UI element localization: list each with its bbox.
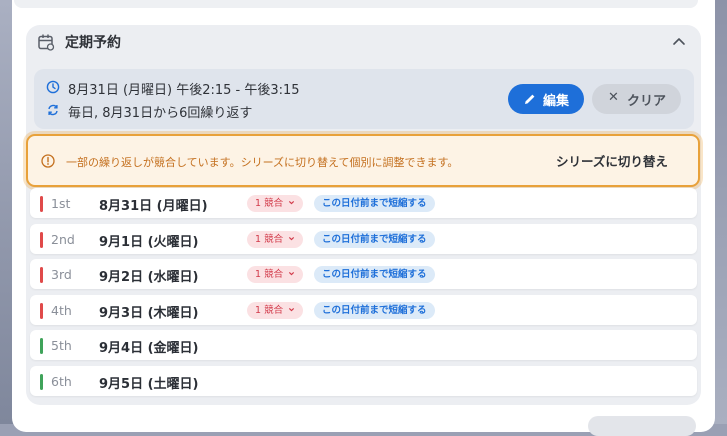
alert-message: 一部の繰り返しが競合しています。シリーズに切り替えて個別に調整できます。 <box>66 156 459 169</box>
close-icon: ✕ <box>608 90 619 105</box>
shorten-series-button[interactable]: この日付前まで短縮する <box>314 195 435 212</box>
repeat-icon <box>48 104 58 116</box>
occurrence-row[interactable]: 5th 9月4日 (金曜日) <box>30 330 697 360</box>
datetime-text: 8月31日 (月曜日) 午後2:15 - 午後3:15 <box>68 83 300 98</box>
occurrence-row[interactable]: 2nd 9月1日 (火曜日) 1 競合 この日付前まで短縮する <box>30 224 697 254</box>
conflict-badge-label: 1 競合 <box>255 234 284 245</box>
occurrence-date: 9月1日 (火曜日) <box>99 235 199 250</box>
shorten-series-button[interactable]: この日付前まで短縮する <box>314 266 435 283</box>
conflict-badge[interactable]: 1 競合 <box>247 231 304 248</box>
occurrence-ordinal: 5th <box>51 338 72 353</box>
edit-button-label: 編集 <box>543 94 570 109</box>
occurrence-date: 8月31日 (月曜日) <box>99 199 208 214</box>
conflict-badge-label: 1 競合 <box>255 305 284 316</box>
occurrence-row[interactable]: 6th 9月5日 (土曜日) <box>30 366 697 396</box>
chevron-up-icon[interactable] <box>670 33 688 51</box>
conflict-badge[interactable]: 1 競合 <box>247 195 304 212</box>
occurrence-date: 9月3日 (木曜日) <box>99 306 199 321</box>
occurrence-row[interactable]: 1st 8月31日 (月曜日) 1 競合 この日付前まで短縮する <box>30 188 697 218</box>
occurrence-ordinal: 2nd <box>51 232 75 247</box>
conflict-badge[interactable]: 1 競合 <box>247 302 304 319</box>
repeat-text: 毎日, 8月31日から6回繰り返す <box>68 106 253 121</box>
occurrence-ordinal: 1st <box>51 196 71 211</box>
footer-button[interactable] <box>588 416 696 436</box>
conflict-alert: 一部の繰り返しが競合しています。シリーズに切り替えて個別に調整できます。 シリー… <box>26 134 700 187</box>
status-indicator <box>40 303 43 319</box>
calendar-repeat-icon <box>38 34 55 51</box>
occurrence-ordinal: 3rd <box>51 267 72 282</box>
status-indicator <box>40 196 43 212</box>
section-header[interactable]: 定期予約 <box>26 25 701 59</box>
occurrence-date: 9月4日 (金曜日) <box>99 341 199 356</box>
occurrence-date: 9月2日 (水曜日) <box>99 270 199 285</box>
chevron-down-icon <box>288 308 295 312</box>
status-indicator <box>40 267 43 283</box>
switch-to-series-button[interactable]: シリーズに切り替え <box>556 151 668 170</box>
chevron-down-icon <box>288 272 295 276</box>
clear-button-label: クリア <box>627 94 667 109</box>
chevron-down-icon <box>288 201 295 205</box>
warning-icon <box>41 154 55 168</box>
occurrence-row[interactable]: 3rd 9月2日 (水曜日) 1 競合 この日付前まで短縮する <box>30 259 697 289</box>
section-title: 定期予約 <box>65 35 121 51</box>
conflict-badge[interactable]: 1 競合 <box>247 266 304 283</box>
shorten-series-button[interactable]: この日付前まで短縮する <box>314 231 435 248</box>
clock-icon <box>46 80 60 94</box>
conflict-badge-label: 1 競合 <box>255 198 284 209</box>
occurrence-ordinal: 6th <box>51 374 72 389</box>
previous-section-card <box>14 0 698 8</box>
recurrence-summary: 8月31日 (月曜日) 午後2:15 - 午後3:15 毎日, 8月31日から6… <box>34 69 694 129</box>
occurrence-ordinal: 4th <box>51 303 72 318</box>
status-indicator <box>40 338 43 354</box>
conflict-badge-label: 1 競合 <box>255 269 284 280</box>
shorten-series-button[interactable]: この日付前まで短縮する <box>314 302 435 319</box>
pencil-icon <box>525 94 535 104</box>
chevron-down-icon <box>288 237 295 241</box>
status-indicator <box>40 374 43 390</box>
clear-button[interactable]: ✕ クリア <box>592 84 681 114</box>
status-indicator <box>40 232 43 248</box>
occurrence-date: 9月5日 (土曜日) <box>99 377 199 392</box>
edit-button[interactable]: 編集 <box>508 84 584 114</box>
occurrence-row[interactable]: 4th 9月3日 (木曜日) 1 競合 この日付前まで短縮する <box>30 295 697 325</box>
